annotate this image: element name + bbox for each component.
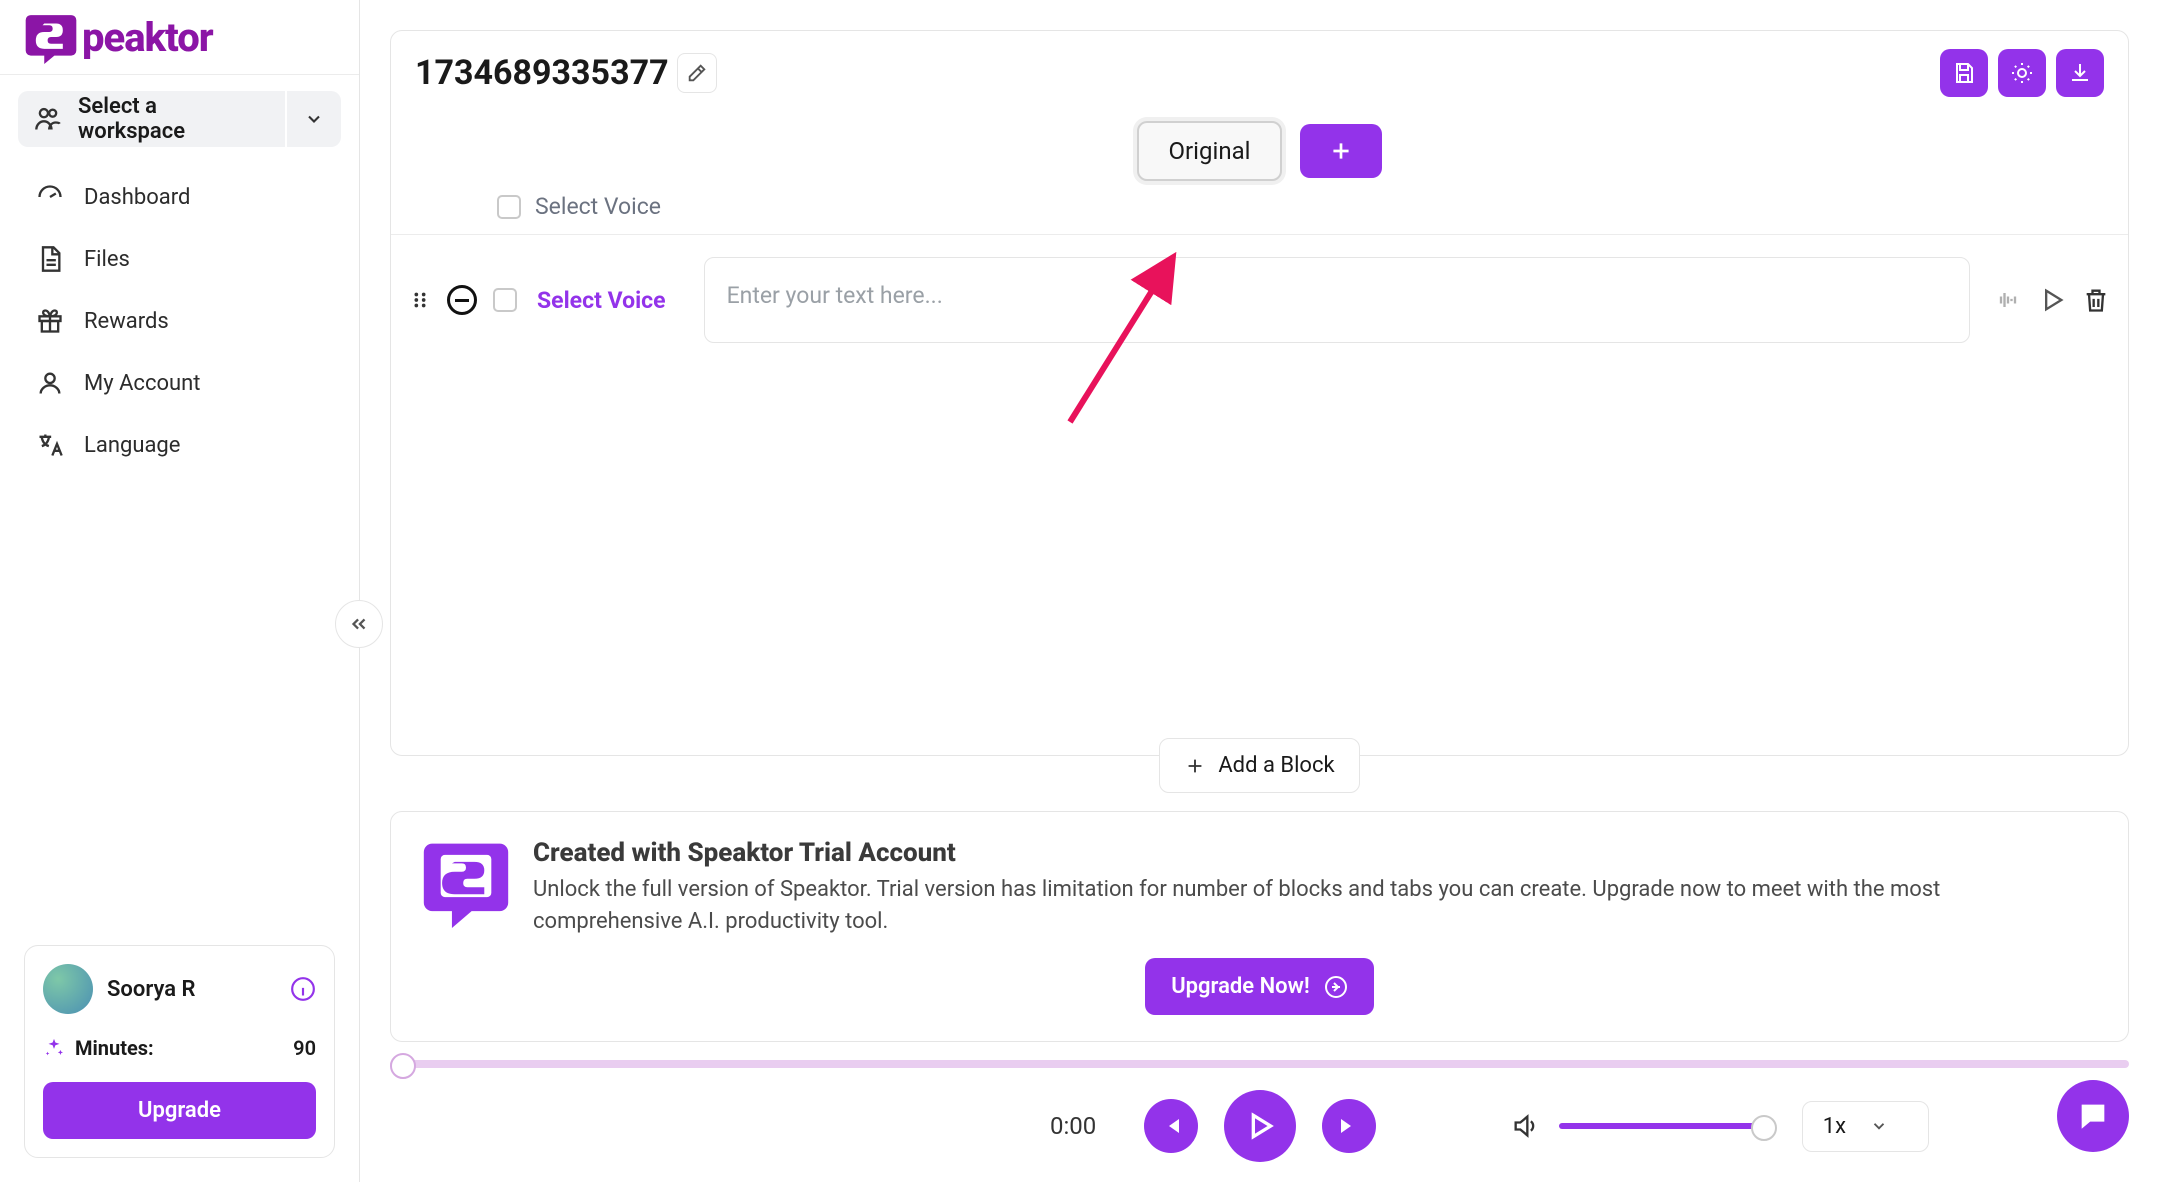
chat-fab[interactable]: [2057, 1080, 2129, 1152]
upgrade-now-label: Upgrade Now!: [1171, 974, 1310, 999]
speaktor-logo-icon: [421, 838, 511, 928]
main: 1734689335377 Original: [360, 0, 2159, 1182]
nav-label: Dashboard: [84, 185, 190, 210]
sun-icon: [2010, 61, 2034, 85]
translate-icon: [36, 431, 64, 459]
nav-dashboard[interactable]: Dashboard: [12, 167, 347, 227]
trial-card: Created with Speaktor Trial Account Unlo…: [390, 811, 2129, 1042]
header-select-voice-label: Select Voice: [535, 193, 661, 220]
block-select-voice[interactable]: Select Voice: [533, 287, 670, 314]
prev-button[interactable]: [1144, 1099, 1198, 1153]
minutes-label: Minutes:: [75, 1036, 154, 1060]
user-card: Soorya R Minutes: 90 Upgrade: [24, 945, 335, 1158]
nav-files[interactable]: Files: [12, 229, 347, 289]
logo[interactable]: peaktor: [0, 0, 359, 75]
arrow-right-circle-icon: [1324, 975, 1348, 999]
chevron-down-icon: [304, 109, 324, 129]
workspace-icon: [34, 105, 62, 133]
info-icon[interactable]: [290, 976, 316, 1002]
plus-icon: [1184, 755, 1206, 777]
logo-mark-icon: [24, 10, 78, 64]
logo-text: peaktor: [82, 14, 213, 61]
user-name: Soorya R: [107, 977, 276, 1002]
skip-back-icon: [1159, 1114, 1183, 1138]
trial-title: Created with Speaktor Trial Account: [533, 838, 1953, 868]
gift-icon: [36, 307, 64, 335]
user-icon: [36, 369, 64, 397]
trash-icon[interactable]: [2082, 286, 2110, 314]
save-button[interactable]: [1940, 49, 1988, 97]
upgrade-now-button[interactable]: Upgrade Now!: [1145, 958, 1374, 1015]
download-icon: [2068, 61, 2092, 85]
nav-rewards[interactable]: Rewards: [12, 291, 347, 351]
add-block-button[interactable]: Add a Block: [1159, 738, 1359, 793]
workspace-label: Select a workspace: [78, 94, 269, 144]
play-button[interactable]: [1224, 1090, 1296, 1162]
nav-label: Rewards: [84, 309, 169, 334]
waveform-icon: [1994, 286, 2022, 314]
minutes-value: 90: [293, 1036, 316, 1060]
save-icon: [1952, 61, 1976, 85]
theme-button[interactable]: [1998, 49, 2046, 97]
download-button[interactable]: [2056, 49, 2104, 97]
tab-original[interactable]: Original: [1137, 121, 1283, 181]
play-icon: [1244, 1110, 1276, 1142]
block-text-input[interactable]: [727, 282, 1947, 309]
speed-selector[interactable]: 1x: [1802, 1101, 1929, 1152]
add-block-label: Add a Block: [1218, 753, 1334, 778]
plus-icon: [1328, 138, 1354, 164]
header-select-voice-row: Select Voice: [391, 193, 2128, 234]
volume-slider[interactable]: [1559, 1123, 1769, 1129]
pencil-icon: [686, 62, 708, 84]
edit-title-button[interactable]: [677, 53, 717, 93]
select-all-checkbox[interactable]: [497, 195, 521, 219]
remove-block-button[interactable]: [447, 285, 477, 315]
trial-description: Unlock the full version of Speaktor. Tri…: [533, 874, 1953, 938]
next-button[interactable]: [1322, 1099, 1376, 1153]
file-icon: [36, 245, 64, 273]
add-tab-button[interactable]: [1300, 124, 1382, 178]
avatar: [43, 964, 93, 1014]
workspace-chevron[interactable]: [285, 91, 341, 147]
nav-language[interactable]: Language: [12, 415, 347, 475]
sparkle-icon: [43, 1037, 65, 1059]
play-block-icon[interactable]: [2038, 286, 2066, 314]
skip-forward-icon: [1337, 1114, 1361, 1138]
gauge-icon: [36, 183, 64, 211]
volume-icon[interactable]: [1511, 1112, 1539, 1140]
doc-title: 1734689335377: [415, 53, 669, 93]
workspace-selector[interactable]: Select a workspace: [18, 91, 341, 147]
speed-value: 1x: [1823, 1114, 1846, 1139]
block-checkbox[interactable]: [493, 288, 517, 312]
nav-label: Files: [84, 247, 130, 272]
audio-player: 0:00 1x: [390, 1060, 2129, 1162]
editor-card: 1734689335377 Original: [390, 30, 2129, 756]
chat-icon: [2076, 1099, 2110, 1133]
chevron-down-icon: [1870, 1117, 1888, 1135]
current-time: 0:00: [1050, 1112, 1096, 1140]
nav-account[interactable]: My Account: [12, 353, 347, 413]
block-text-input-wrap: [704, 257, 1970, 343]
nav-label: Language: [84, 433, 180, 458]
nav-label: My Account: [84, 371, 200, 396]
progress-bar[interactable]: [390, 1060, 2129, 1068]
sidebar: peaktor Select a workspace Dashboard: [0, 0, 360, 1182]
grip-icon[interactable]: [409, 289, 431, 311]
block-row: Select Voice: [391, 234, 2128, 365]
upgrade-button[interactable]: Upgrade: [43, 1082, 316, 1139]
